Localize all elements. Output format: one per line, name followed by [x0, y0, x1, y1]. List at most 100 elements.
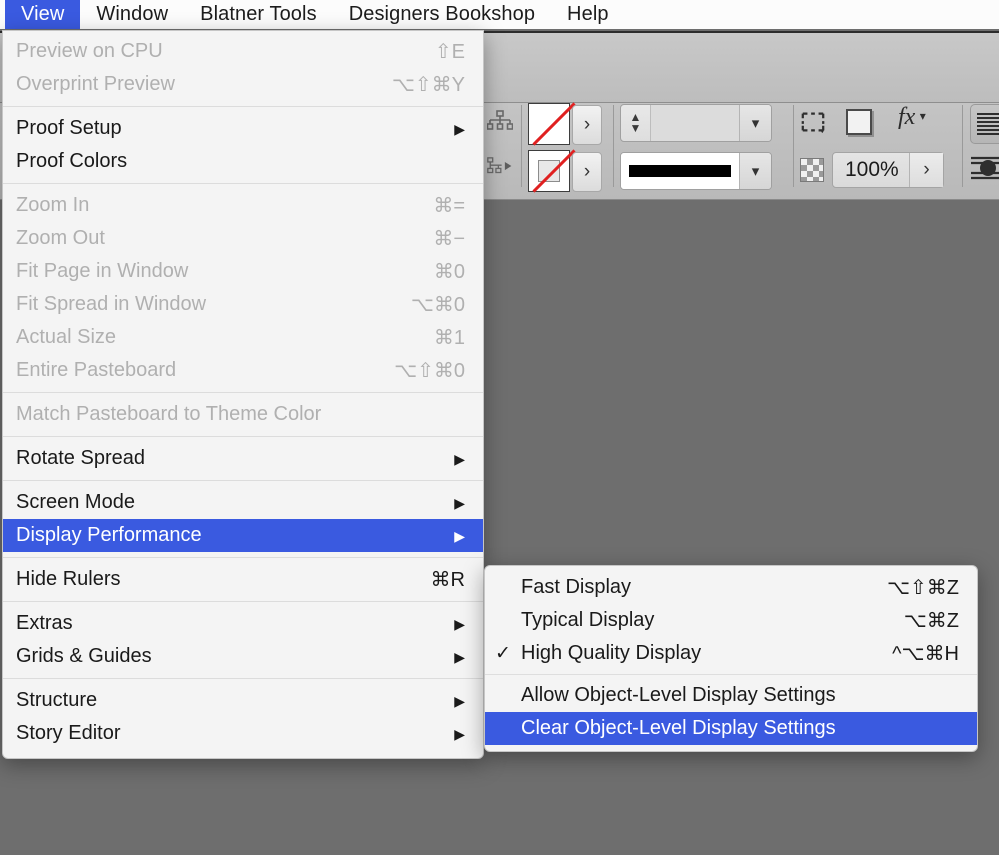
submenu-item-typical-display[interactable]: Typical Display ⌥⌘Z [485, 604, 977, 637]
submenu-item-shortcut: ⌥⌘Z [882, 608, 959, 633]
stroke-weight-field[interactable]: ▲ ▼ ▾ [620, 104, 772, 142]
submenu-item-allow-object-level-display-settings[interactable]: Allow Object-Level Display Settings [485, 679, 977, 712]
object-tree-flow-icon[interactable] [487, 155, 513, 182]
object-tree-icon-glyph [487, 110, 513, 132]
fx-caret-icon: ▾ [920, 109, 926, 123]
menu-item-preview-on-cpu[interactable]: Preview on CPU ⇧E [3, 35, 483, 68]
submenu-item-fast-display[interactable]: Fast Display ⌥⇧⌘Z [485, 571, 977, 604]
stepper-arrows-icon[interactable]: ▲ ▼ [621, 105, 651, 141]
corner-options-icon [800, 110, 826, 134]
submenu-separator [485, 674, 977, 675]
menu-item-grids-and-guides[interactable]: Grids & Guides ▶ [3, 640, 483, 673]
menu-item-screen-mode[interactable]: Screen Mode ▶ [3, 486, 483, 519]
none-slash-icon [532, 102, 575, 145]
object-tree-flow-icon-glyph [487, 155, 513, 177]
menu-item-match-pasteboard-to-theme-color[interactable]: Match Pasteboard to Theme Color [3, 398, 483, 431]
submenu-item-clear-object-level-display-settings[interactable]: Clear Object-Level Display Settings [485, 712, 977, 745]
submenu-arrow-icon: ▶ [440, 617, 465, 631]
text-wrap-button[interactable] [970, 154, 999, 187]
stroke-style-dropdown-icon[interactable]: ▾ [739, 153, 771, 189]
menu-item-label: Entire Pasteboard [16, 359, 372, 382]
submenu-item-label: High Quality Display [521, 642, 870, 665]
toolbar-divider-1 [521, 105, 522, 187]
menu-item-label: Match Pasteboard to Theme Color [16, 403, 465, 426]
stroke-style-select[interactable]: ▾ [620, 152, 772, 190]
opacity-value[interactable]: 100% [833, 158, 909, 182]
display-performance-submenu[interactable]: Fast Display ⌥⇧⌘Z Typical Display ⌥⌘Z ✓ … [484, 565, 978, 752]
menu-item-hide-rulers[interactable]: Hide Rulers ⌘R [3, 563, 483, 596]
menu-item-structure[interactable]: Structure ▶ [3, 684, 483, 717]
object-frame-icon [846, 109, 872, 135]
fx-icon: fx [898, 104, 915, 130]
menu-item-shortcut: ⌥⇧⌘0 [372, 358, 465, 383]
menu-item-zoom-in[interactable]: Zoom In ⌘= [3, 189, 483, 222]
effects-button[interactable]: fx ▾ [898, 104, 926, 131]
menu-item-fit-spread-in-window[interactable]: Fit Spread in Window ⌥⌘0 [3, 288, 483, 321]
submenu-arrow-icon: ▶ [440, 122, 465, 136]
menu-bar[interactable]: View Window Blatner Tools Designers Book… [0, 0, 999, 29]
submenu-item-shortcut: ^⌥⌘H [870, 641, 959, 666]
submenu-item-label: Typical Display [521, 609, 882, 632]
stroke-weight-stepper[interactable]: ▲ ▼ ▾ [620, 104, 772, 142]
text-frame-options-button[interactable] [970, 104, 999, 144]
menu-item-entire-pasteboard[interactable]: Entire Pasteboard ⌥⇧⌘0 [3, 354, 483, 387]
menu-item-extras[interactable]: Extras ▶ [3, 607, 483, 640]
menu-item-story-editor[interactable]: Story Editor ▶ [3, 717, 483, 750]
submenu-item-label: Allow Object-Level Display Settings [521, 684, 959, 707]
menu-item-actual-size[interactable]: Actual Size ⌘1 [3, 321, 483, 354]
object-frame-button[interactable] [846, 109, 872, 135]
object-tree-icon[interactable] [487, 110, 513, 137]
menu-item-label: Overprint Preview [16, 73, 370, 96]
menu-item-label: Screen Mode [16, 491, 440, 514]
menu-item-shortcut: ⇧E [413, 39, 465, 64]
fill-swatch[interactable] [528, 103, 570, 145]
menu-item-label: Proof Colors [16, 150, 465, 173]
menubar-item-help[interactable]: Help [551, 0, 625, 29]
submenu-arrow-icon: ▶ [440, 650, 465, 664]
menu-item-rotate-spread[interactable]: Rotate Spread ▶ [3, 442, 483, 475]
menu-item-label: Display Performance [16, 524, 440, 547]
stroke-style-field[interactable]: ▾ [620, 152, 772, 190]
menu-item-shortcut: ⌥⇧⌘Y [370, 72, 465, 97]
submenu-arrow-icon: ▶ [440, 727, 465, 741]
stepper-down-icon[interactable]: ▼ [630, 123, 642, 134]
stroke-style-solid-bar [629, 165, 731, 177]
opacity-field[interactable]: 100% › [832, 152, 944, 188]
submenu-arrow-icon: ▶ [440, 529, 465, 543]
stroke-swatch[interactable] [528, 150, 570, 192]
menu-item-label: Proof Setup [16, 117, 440, 140]
menu-item-display-performance[interactable]: Display Performance ▶ [3, 519, 483, 552]
menu-item-fit-page-in-window[interactable]: Fit Page in Window ⌘0 [3, 255, 483, 288]
stroke-swatch-box [528, 150, 570, 192]
toolbar-divider-4 [962, 105, 963, 187]
menu-item-overprint-preview[interactable]: Overprint Preview ⌥⇧⌘Y [3, 68, 483, 101]
menubar-item-window[interactable]: Window [80, 0, 184, 29]
fill-chevron-icon: › [572, 105, 602, 145]
stroke-options-button[interactable]: › [572, 152, 602, 192]
stroke-inner-box [538, 160, 560, 182]
menu-separator [3, 106, 483, 107]
view-menu-dropdown[interactable]: Preview on CPU ⇧E Overprint Preview ⌥⇧⌘Y… [2, 30, 484, 759]
stroke-weight-dropdown-icon[interactable]: ▾ [739, 105, 771, 141]
menu-item-label: Rotate Spread [16, 447, 440, 470]
check-icon: ✓ [495, 642, 521, 665]
menu-separator [3, 183, 483, 184]
corner-options-button[interactable] [800, 110, 826, 139]
opacity-control[interactable]: 100% › [832, 152, 944, 188]
menu-item-proof-colors[interactable]: Proof Colors [3, 145, 483, 178]
text-lines-icon [977, 113, 999, 135]
stroke-weight-value[interactable] [651, 105, 739, 141]
menubar-item-blatner-tools[interactable]: Blatner Tools [184, 0, 333, 29]
transparency-button[interactable] [800, 158, 824, 182]
menu-item-zoom-out[interactable]: Zoom Out ⌘− [3, 222, 483, 255]
menubar-item-designers-bookshop[interactable]: Designers Bookshop [333, 0, 551, 29]
submenu-item-high-quality-display[interactable]: ✓ High Quality Display ^⌥⌘H [485, 637, 977, 670]
fill-options-button[interactable]: › [572, 105, 602, 145]
toolbar-divider-2 [613, 105, 614, 187]
opacity-more-icon[interactable]: › [909, 153, 943, 187]
menu-separator [3, 480, 483, 481]
menubar-item-view[interactable]: View [5, 0, 80, 29]
menu-separator [3, 557, 483, 558]
menu-item-proof-setup[interactable]: Proof Setup ▶ [3, 112, 483, 145]
menu-item-shortcut: ⌘R [409, 567, 465, 592]
